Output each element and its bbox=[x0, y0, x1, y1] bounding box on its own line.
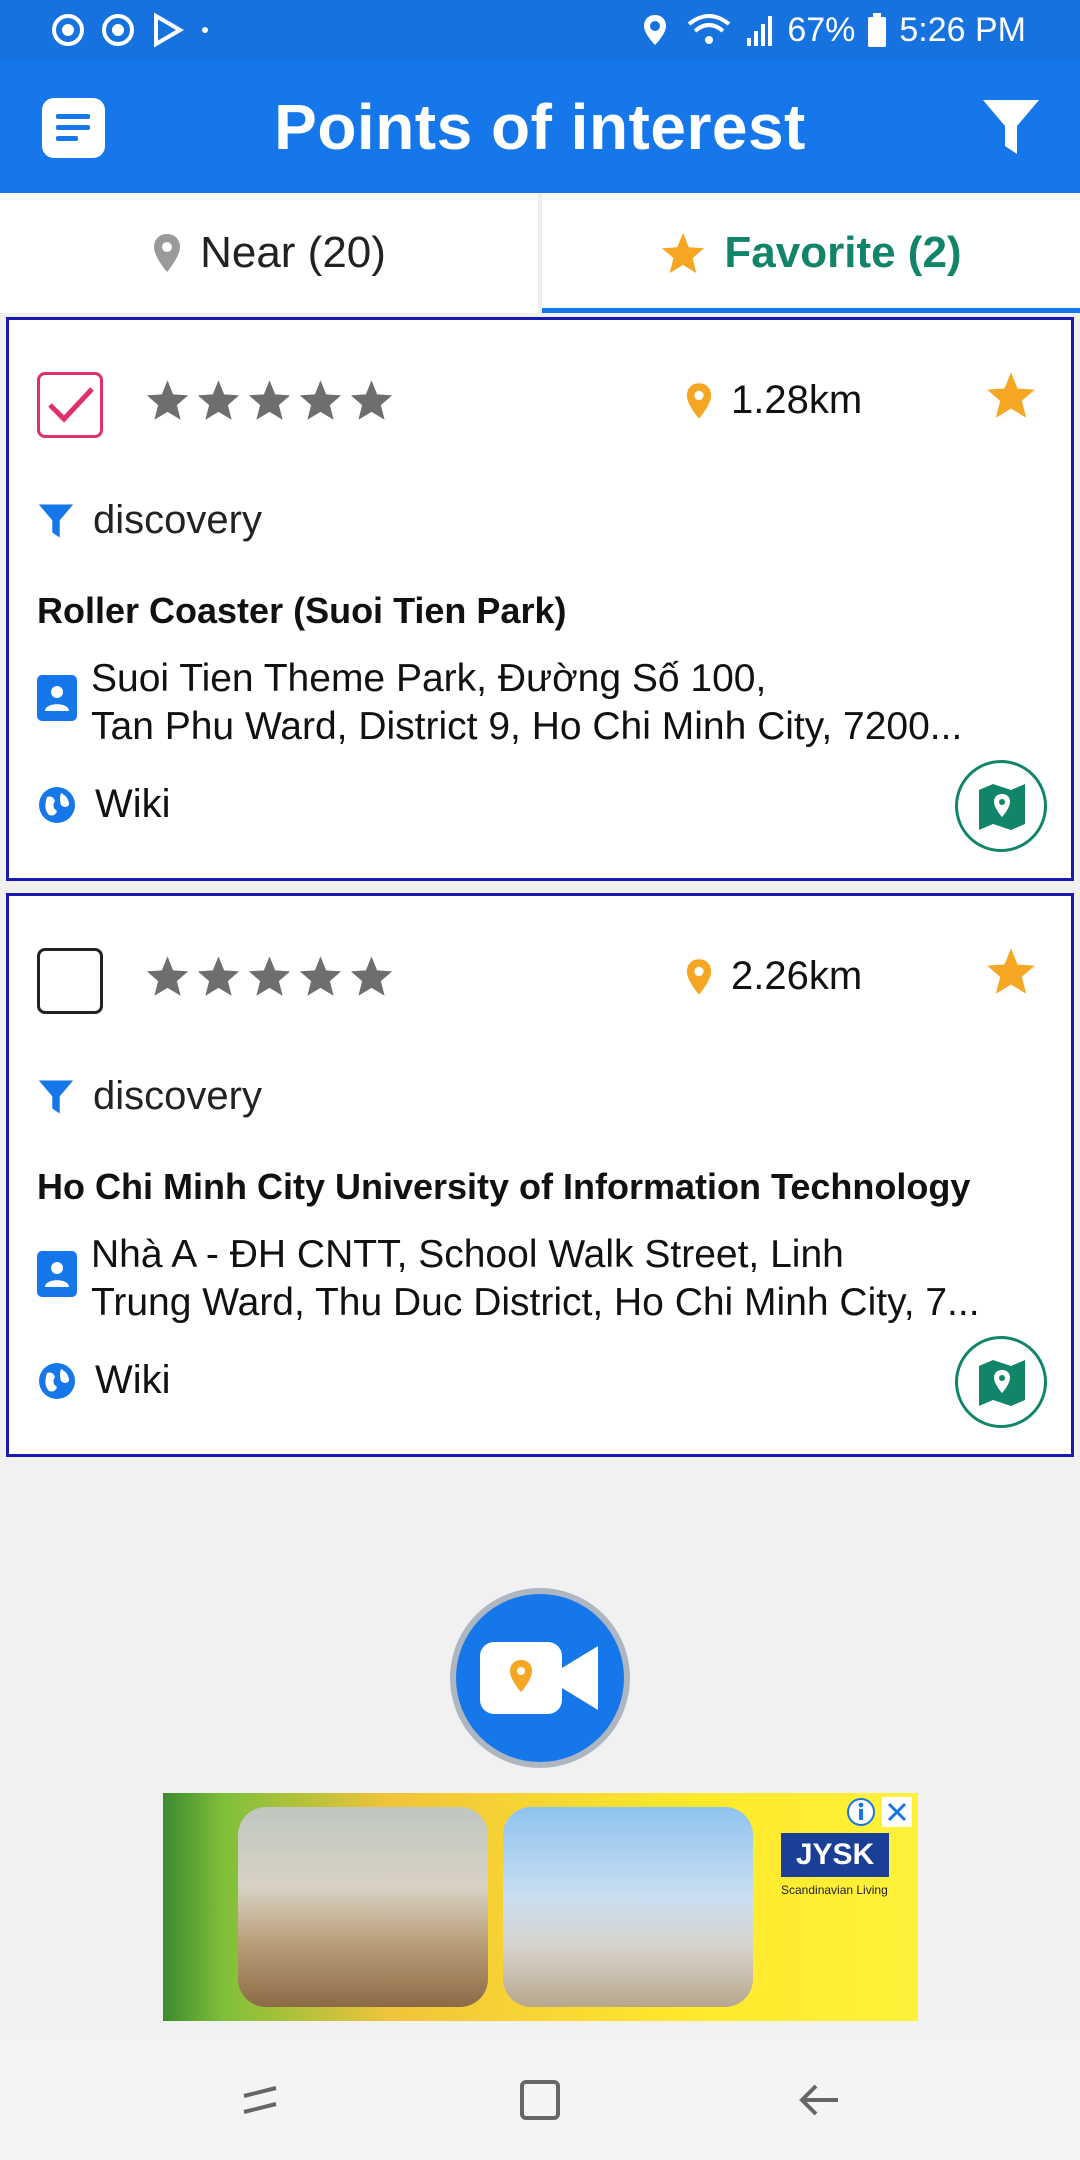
recents-icon[interactable] bbox=[236, 2076, 284, 2124]
rating-stars[interactable] bbox=[145, 378, 394, 422]
checkmark-icon bbox=[48, 387, 94, 423]
pin-icon bbox=[154, 234, 181, 272]
wiki-link[interactable]: Wiki bbox=[37, 1358, 171, 1403]
ad-brand-logo: JYSK bbox=[781, 1833, 889, 1877]
rating-star-icon[interactable] bbox=[196, 954, 241, 998]
status-right-icons: 67% 5:26 PM bbox=[637, 11, 1026, 50]
rating-star-icon[interactable] bbox=[349, 954, 394, 998]
status-bar: 67% 5:26 PM bbox=[0, 0, 1080, 60]
dot-icon bbox=[202, 27, 208, 33]
video-location-button[interactable] bbox=[450, 1588, 630, 1768]
battery-percent: 67% bbox=[787, 10, 856, 49]
location-icon bbox=[644, 15, 667, 45]
system-nav-bar bbox=[0, 2040, 1080, 2160]
map-button[interactable] bbox=[955, 1336, 1047, 1428]
distance-pin-icon bbox=[686, 958, 712, 995]
category-label: discovery bbox=[93, 498, 262, 542]
wiki-label: Wiki bbox=[95, 1358, 171, 1402]
wifi-icon bbox=[688, 14, 731, 44]
category-filter-icon bbox=[38, 1079, 74, 1114]
map-button[interactable] bbox=[955, 760, 1047, 852]
filter-icon[interactable] bbox=[980, 96, 1042, 158]
poi-address: Suoi Tien Theme Park, Đường Số 100, Tan … bbox=[91, 655, 1051, 751]
play-store-icon bbox=[154, 12, 184, 48]
status-left-icons bbox=[50, 12, 210, 48]
ad-close-icon[interactable] bbox=[882, 1797, 912, 1827]
rating-star-icon[interactable] bbox=[145, 378, 190, 422]
category: discovery bbox=[37, 1074, 262, 1119]
tab-favorite[interactable]: Favorite (2) bbox=[542, 193, 1080, 313]
rating-stars[interactable] bbox=[145, 954, 394, 998]
address-line-1: Nhà A - ĐH CNTT, School Walk Street, Lin… bbox=[91, 1233, 844, 1276]
home-icon[interactable] bbox=[516, 2076, 564, 2124]
tab-near[interactable]: Near (20) bbox=[0, 193, 542, 313]
battery-icon bbox=[868, 13, 887, 47]
category-filter-icon bbox=[38, 503, 74, 538]
favorite-star-icon[interactable] bbox=[985, 370, 1037, 420]
rating-star-icon[interactable] bbox=[196, 378, 241, 422]
back-icon[interactable] bbox=[796, 2076, 844, 2124]
tab-bar: Near (20) Favorite (2) bbox=[0, 193, 1080, 313]
signal-icon bbox=[747, 16, 773, 46]
map-icon bbox=[979, 1360, 1025, 1406]
ad-controls bbox=[846, 1797, 912, 1827]
app-bar: Points of interest bbox=[0, 60, 1080, 193]
tab-near-label: Near (20) bbox=[200, 228, 386, 277]
sync-icon-2 bbox=[102, 14, 134, 46]
star-icon bbox=[662, 232, 705, 274]
favorite-star-icon[interactable] bbox=[985, 946, 1037, 996]
select-checkbox[interactable] bbox=[37, 372, 103, 438]
page-title: Points of interest bbox=[274, 91, 806, 163]
select-checkbox[interactable] bbox=[37, 948, 103, 1014]
distance: 1.28km bbox=[685, 378, 862, 423]
rating-star-icon[interactable] bbox=[298, 954, 343, 998]
ad-tagline: Scandinavian Living bbox=[781, 1883, 888, 1897]
wiki-label: Wiki bbox=[95, 782, 171, 826]
poi-card[interactable]: 2.26km discovery Ho Chi Minh City Univer… bbox=[6, 893, 1074, 1457]
poi-card[interactable]: 1.28km discovery Roller Coaster (Suoi Ti… bbox=[6, 317, 1074, 881]
poi-name: Roller Coaster (Suoi Tien Park) bbox=[37, 590, 567, 631]
rating-star-icon[interactable] bbox=[298, 378, 343, 422]
address-line-2: Trung Ward, Thu Duc District, Ho Chi Min… bbox=[91, 1281, 980, 1324]
rating-star-icon[interactable] bbox=[145, 954, 190, 998]
rating-star-icon[interactable] bbox=[349, 378, 394, 422]
category-label: discovery bbox=[93, 1074, 262, 1118]
rating-star-icon[interactable] bbox=[247, 954, 292, 998]
distance-pin-icon bbox=[686, 382, 712, 419]
address-line-2: Tan Phu Ward, District 9, Ho Chi Minh Ci… bbox=[91, 705, 963, 748]
distance-value: 2.26km bbox=[731, 954, 863, 998]
globe-icon bbox=[39, 786, 75, 823]
address-contact-icon bbox=[37, 1251, 77, 1297]
map-icon bbox=[979, 784, 1025, 830]
ad-photo-beach-chair bbox=[503, 1807, 753, 2007]
globe-icon bbox=[39, 1362, 75, 1399]
clock: 5:26 PM bbox=[899, 10, 1026, 49]
rating-star-icon[interactable] bbox=[247, 378, 292, 422]
distance: 2.26km bbox=[685, 954, 862, 999]
ad-photo-chairs bbox=[238, 1807, 488, 2007]
address-line-1: Suoi Tien Theme Park, Đường Số 100, bbox=[91, 657, 767, 700]
address-contact-icon bbox=[37, 675, 77, 721]
video-camera-icon bbox=[480, 1642, 598, 1714]
ad-info-icon[interactable] bbox=[846, 1797, 876, 1827]
category: discovery bbox=[37, 498, 262, 543]
sync-icon bbox=[52, 14, 84, 46]
tab-favorite-label: Favorite (2) bbox=[724, 228, 962, 277]
wiki-link[interactable]: Wiki bbox=[37, 782, 171, 827]
distance-value: 1.28km bbox=[731, 378, 863, 422]
poi-address: Nhà A - ĐH CNTT, School Walk Street, Lin… bbox=[91, 1231, 1051, 1327]
ad-banner[interactable]: JYSK Scandinavian Living bbox=[163, 1793, 918, 2021]
poi-name: Ho Chi Minh City University of Informati… bbox=[37, 1166, 971, 1207]
